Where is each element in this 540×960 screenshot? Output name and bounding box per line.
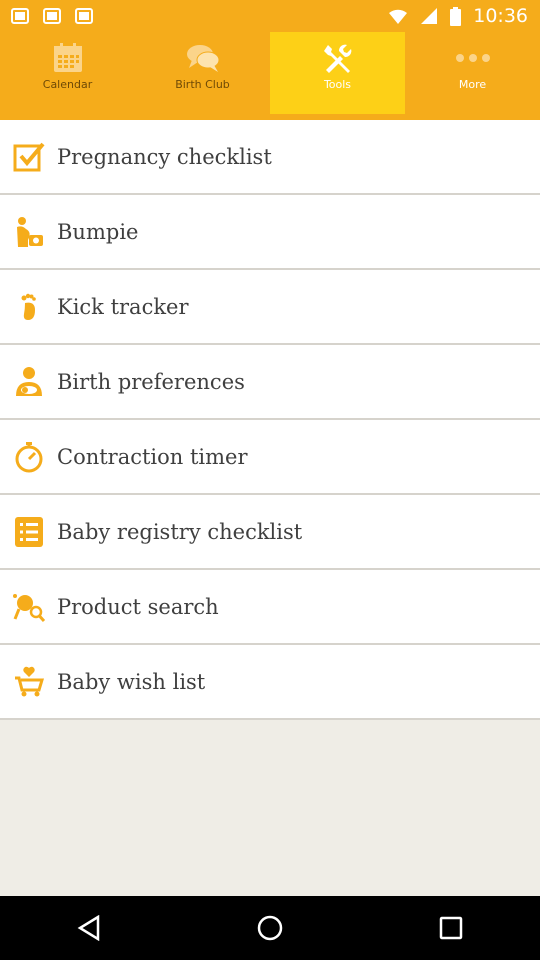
list-item-label: Pregnancy checklist	[57, 144, 272, 169]
notification-icons	[10, 6, 94, 26]
mother-baby-icon	[15, 366, 42, 396]
list-item-birth-preferences[interactable]: Birth preferences	[0, 345, 540, 420]
list-item-label: Product search	[57, 594, 219, 619]
list-item-label: Kick tracker	[57, 294, 189, 319]
status-bar: 10:36	[0, 0, 540, 32]
signal-icon	[421, 8, 438, 24]
list-item-contraction-timer[interactable]: Contraction timer	[0, 420, 540, 495]
tab-tools[interactable]: Tools	[270, 32, 405, 114]
list-item-kick-tracker[interactable]: Kick tracker	[0, 270, 540, 345]
chat-bubbles-icon	[186, 45, 219, 72]
list-item-baby-wish-list[interactable]: Baby wish list	[0, 645, 540, 720]
list-icon	[14, 516, 43, 547]
list-item-label: Contraction timer	[57, 444, 248, 469]
footprint-icon	[21, 293, 36, 320]
list-item-baby-registry-checklist[interactable]: Baby registry checklist	[0, 495, 540, 570]
notification-icon	[43, 8, 61, 24]
tab-bar: Calendar Birth Club Tools More	[0, 32, 540, 114]
checkbox-icon	[13, 142, 45, 171]
list-item-product-search[interactable]: Product search	[0, 570, 540, 645]
system-navigation-bar	[0, 896, 540, 960]
recents-icon[interactable]	[439, 916, 463, 940]
list-item-label: Baby registry checklist	[57, 519, 303, 544]
wifi-icon	[389, 9, 408, 24]
tab-birth-club[interactable]: Birth Club	[135, 32, 270, 114]
tab-label: Birth Club	[175, 78, 230, 91]
list-item-label: Baby wish list	[57, 669, 206, 694]
list-item-bumpie[interactable]: Bumpie	[0, 195, 540, 270]
notification-icon	[75, 8, 93, 24]
home-icon[interactable]	[256, 914, 284, 942]
rattle-search-icon	[12, 593, 45, 622]
list-item-pregnancy-checklist[interactable]: Pregnancy checklist	[0, 120, 540, 195]
list-item-label: Birth preferences	[57, 369, 245, 394]
tab-label: Tools	[323, 78, 352, 91]
clock: 10:36	[473, 5, 528, 27]
battery-icon	[450, 6, 462, 26]
cart-heart-icon	[14, 666, 44, 696]
tools-list: Pregnancy checklist Bumpie Kick tracker	[0, 120, 540, 720]
back-icon[interactable]	[77, 915, 101, 941]
tools-icon	[323, 44, 351, 73]
list-item-label: Bumpie	[57, 219, 139, 244]
stopwatch-icon	[15, 441, 42, 472]
bump-camera-icon	[16, 216, 43, 247]
calendar-icon	[53, 43, 82, 72]
tab-label: More	[458, 78, 487, 91]
tab-label: Calendar	[42, 78, 93, 91]
tab-more[interactable]: More	[405, 32, 540, 114]
more-dots-icon	[455, 54, 490, 62]
notification-icon	[11, 8, 29, 24]
tab-calendar[interactable]: Calendar	[0, 32, 135, 114]
